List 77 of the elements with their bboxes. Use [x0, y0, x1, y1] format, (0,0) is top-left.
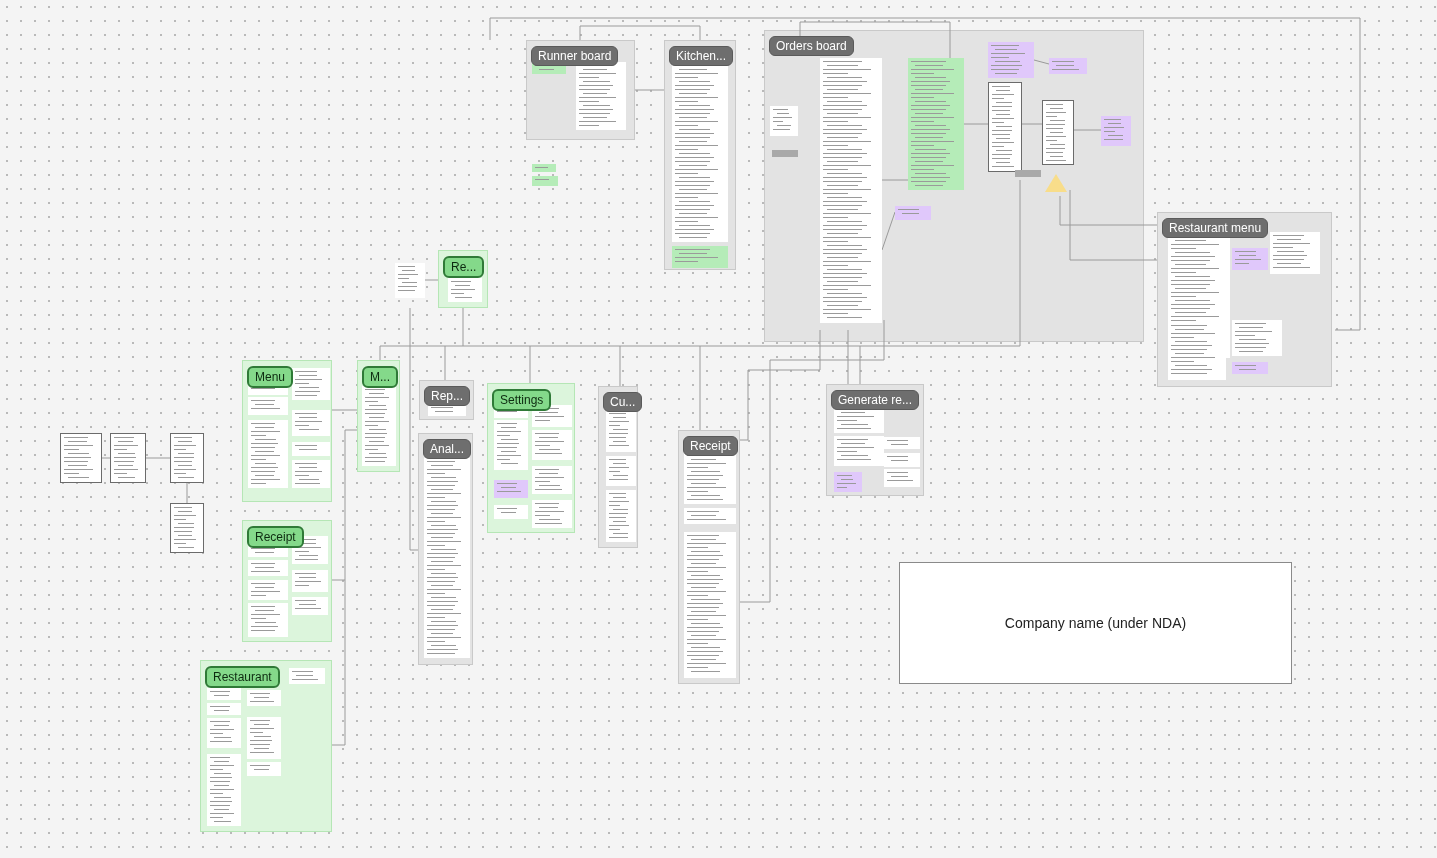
note-card: [606, 490, 636, 542]
note-card: [576, 62, 626, 130]
note-card: [207, 688, 241, 700]
connector-line: [331, 409, 358, 411]
section-title: Cu...: [603, 392, 643, 412]
section-title: M...: [362, 366, 398, 388]
note-card: [684, 452, 736, 504]
note-card: [292, 570, 328, 592]
note-card: [289, 668, 325, 684]
section-title: Menu: [247, 366, 294, 388]
sticky-note: [532, 176, 558, 186]
note-card: [494, 420, 528, 470]
sticky-note: [1049, 58, 1087, 74]
note-card: [606, 456, 636, 486]
sticky-note: [1232, 362, 1268, 374]
section-title: Orders board: [769, 36, 854, 56]
note-card: [170, 503, 204, 553]
note-card: [207, 718, 241, 748]
connector-line: [101, 457, 111, 459]
note-card: [247, 690, 281, 706]
note-card: [292, 460, 330, 488]
note-card: [248, 580, 288, 600]
connector-line: [145, 457, 171, 459]
note-card: [292, 597, 328, 615]
note-card: [60, 433, 102, 483]
sticky-note: [834, 472, 862, 492]
connector-line: [424, 279, 439, 281]
note-card: [770, 106, 798, 136]
triangle-shape: [1045, 174, 1067, 192]
note-card: [884, 469, 920, 487]
sticky-note: [1101, 116, 1131, 146]
sticky-note: [532, 164, 556, 172]
section-title: Generate re...: [831, 390, 920, 410]
connector-line: [186, 482, 188, 504]
note-card: [248, 603, 288, 637]
section-title: Restaurant: [205, 666, 280, 688]
section-title: Rep...: [424, 386, 470, 406]
note-card: [170, 433, 204, 483]
note-card: [532, 430, 572, 460]
note-card: [248, 420, 288, 488]
note-card: [292, 410, 330, 436]
section-title: Kitchen...: [669, 46, 734, 66]
section-title: Settings: [492, 389, 552, 411]
section-title: Re...: [443, 256, 485, 278]
note-card: [448, 278, 482, 302]
sticky-note: [1232, 248, 1268, 270]
note-card: [606, 410, 636, 452]
note-card: [207, 754, 241, 826]
note-card: [532, 466, 572, 494]
note-card: [1042, 100, 1074, 165]
section-title: Runner board: [531, 46, 619, 66]
note-card: [1270, 232, 1320, 274]
note-card: [292, 442, 330, 456]
note-card: [395, 263, 425, 298]
section-title: Receipt: [247, 526, 304, 548]
tag-label: [772, 150, 798, 157]
note-card: [1232, 320, 1282, 356]
sticky-note: [895, 206, 931, 220]
note-card: [684, 508, 736, 524]
company-name-text: Company name (under NDA): [1004, 613, 1187, 633]
section-title: Anal...: [423, 439, 472, 459]
section-title: Receipt: [683, 436, 738, 456]
note-card: [247, 717, 281, 759]
note-card: [292, 368, 330, 400]
tag-label: [1015, 170, 1041, 177]
note-card: [110, 433, 146, 483]
sticky-note: [672, 246, 728, 268]
note-card: [247, 762, 281, 776]
note-card: [248, 560, 288, 576]
sticky-note: [494, 480, 528, 498]
note-card: [532, 405, 572, 427]
sticky-note: [988, 42, 1034, 78]
note-card: [248, 397, 288, 415]
note-card: [207, 703, 241, 715]
section-title: Restaurant menu: [1162, 218, 1269, 238]
note-card: [532, 500, 572, 528]
note-card: [494, 505, 528, 519]
